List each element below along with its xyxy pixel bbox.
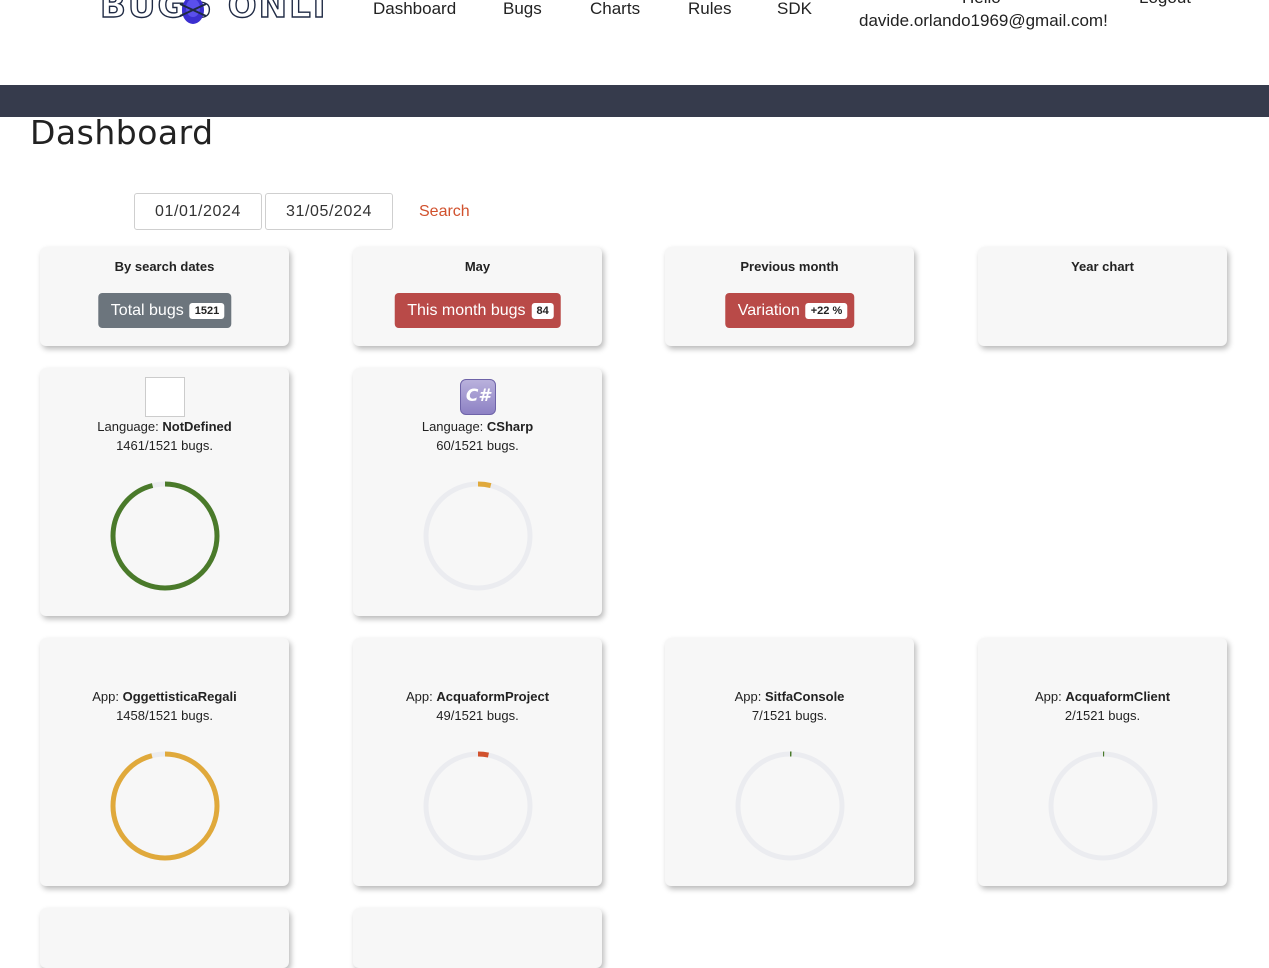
- app-name: OggettisticaRegali: [122, 689, 237, 704]
- app-card: App: SitfaConsole 7/1521 bugs.: [665, 638, 914, 886]
- month-bugs-pill[interactable]: This month bugs 84: [394, 293, 561, 328]
- app-label: App: SitfaConsole: [734, 689, 845, 704]
- summary-card-year-chart: Year chart: [978, 247, 1227, 346]
- language-name: NotDefined: [162, 419, 232, 434]
- pill-label: This month bugs: [407, 301, 526, 319]
- bug-icon: [179, 0, 207, 24]
- nav-dashboard[interactable]: Dashboard: [373, 0, 456, 19]
- nav-bugs[interactable]: Bugs: [503, 0, 542, 19]
- language-label: Language: CSharp: [421, 419, 534, 434]
- donut-track: [735, 751, 845, 861]
- nav-sdk[interactable]: SDK: [777, 0, 812, 19]
- bug-count: 1458/1521 bugs.: [116, 708, 213, 723]
- app-card: App: OggettisticaRegali 1458/1521 bugs.: [40, 638, 289, 886]
- donut-track: [1048, 751, 1158, 861]
- variation-badge: +22 %: [805, 302, 848, 319]
- logo-text: BUGS ONLINE: [100, 0, 326, 27]
- app-name: SitfaConsole: [764, 689, 845, 704]
- card-title: May: [464, 259, 491, 274]
- donut-chart: [735, 751, 845, 861]
- csharp-icon: C#: [460, 379, 496, 415]
- pill-label: Variation: [737, 301, 800, 319]
- donut-track: [423, 751, 533, 861]
- bug-count: 49/1521 bugs.: [436, 708, 519, 723]
- app-logo[interactable]: BUGS ONLINE: [100, 0, 326, 34]
- user-email: davide.orlando1969@gmail.com!: [859, 11, 1108, 30]
- search-button[interactable]: Search: [419, 203, 470, 221]
- donut-chart: [110, 751, 220, 861]
- language-name: CSharp: [486, 419, 534, 434]
- donut-chart: [110, 481, 220, 591]
- nav-rules[interactable]: Rules: [688, 0, 731, 19]
- bug-count: 60/1521 bugs.: [436, 438, 519, 453]
- variation-pill[interactable]: Variation +22 %: [724, 293, 855, 328]
- summary-card-search-dates: By search dates Total bugs 1521: [40, 247, 289, 346]
- donut-arc: [110, 751, 220, 861]
- app-label: App: AcquaformClient: [1034, 689, 1171, 704]
- date-to-input[interactable]: [265, 193, 393, 230]
- nav-charts[interactable]: Charts: [590, 0, 640, 19]
- top-navbar: BUGS ONLINE Dashboard Bugs Charts Rules …: [0, 0, 1269, 86]
- language-label: Language: NotDefined: [97, 419, 232, 434]
- app-card: [40, 908, 289, 968]
- language-card: Language: NotDefined 1461/1521 bugs.: [40, 368, 289, 616]
- blank-icon: [145, 377, 185, 417]
- app-label: App: AcquaformProject: [405, 689, 550, 704]
- pill-label: Total bugs: [110, 301, 184, 319]
- page-title: Dashboard: [30, 113, 214, 152]
- app-name: AcquaformClient: [1065, 689, 1171, 704]
- app-card: App: AcquaformProject 49/1521 bugs.: [353, 638, 602, 886]
- bug-count: 2/1521 bugs.: [1064, 708, 1141, 723]
- bug-count: 7/1521 bugs.: [751, 708, 828, 723]
- app-name: AcquaformProject: [436, 689, 550, 704]
- total-bugs-badge: 1521: [189, 302, 225, 319]
- summary-card-month: May This month bugs 84: [353, 247, 602, 346]
- total-bugs-pill[interactable]: Total bugs 1521: [97, 293, 232, 328]
- summary-card-previous-month: Previous month Variation +22 %: [665, 247, 914, 346]
- donut-track: [423, 481, 533, 591]
- bug-count: 1461/1521 bugs.: [116, 438, 213, 453]
- month-bugs-badge: 84: [531, 302, 554, 319]
- card-title: Year chart: [1071, 259, 1134, 274]
- language-card: C# Language: CSharp 60/1521 bugs.: [353, 368, 602, 616]
- app-label: App: OggettisticaRegali: [92, 689, 237, 704]
- donut-chart: [1048, 751, 1158, 861]
- donut-arc: [110, 481, 220, 591]
- date-from-input[interactable]: [134, 193, 262, 230]
- donut-chart: [423, 481, 533, 591]
- app-card: App: AcquaformClient 2/1521 bugs.: [978, 638, 1227, 886]
- user-greeting: Hello: [962, 0, 1001, 8]
- donut-chart: [423, 751, 533, 861]
- card-title: By search dates: [114, 259, 215, 274]
- card-title: Previous month: [740, 259, 839, 274]
- app-card: [353, 908, 602, 968]
- logout-link[interactable]: Logout: [1139, 0, 1191, 8]
